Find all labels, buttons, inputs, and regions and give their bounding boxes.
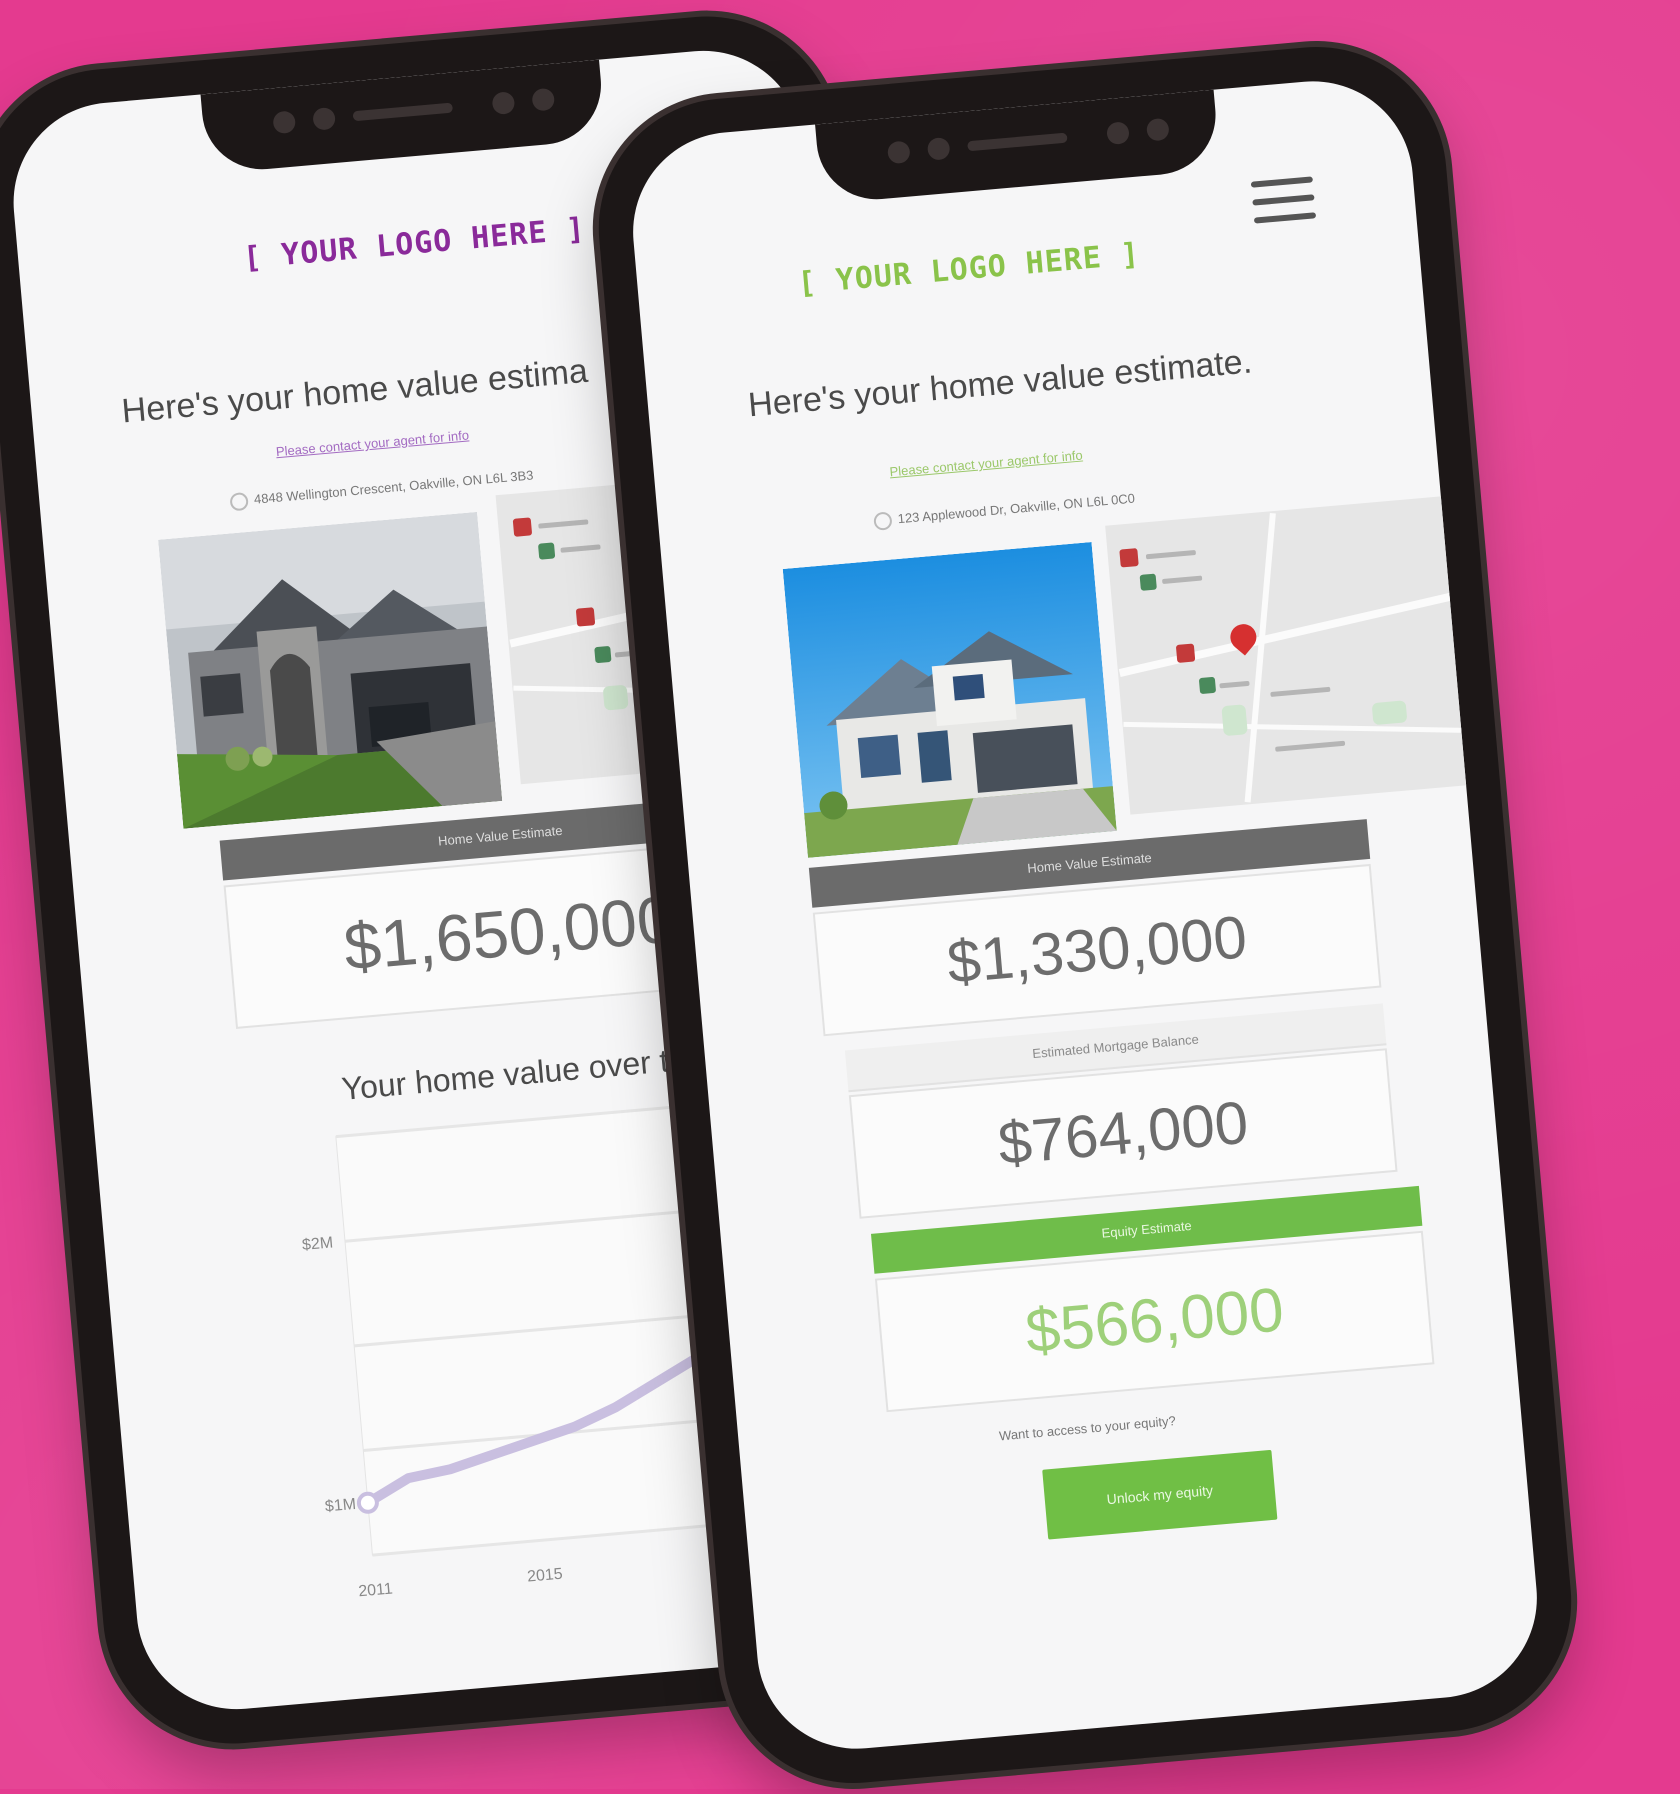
house-photo [782,542,1117,858]
map-marker-icon[interactable] [1198,676,1217,695]
house-photo-image [782,542,1117,858]
equity-question: Want to access to your equity? [998,1413,1177,1444]
map-marker-icon[interactable] [575,607,596,627]
page-title: Here's your home value estima [120,351,590,431]
property-address: 4848 Wellington Crescent, Oakville, ON L… [229,467,534,512]
map-marker-icon[interactable] [537,542,556,560]
chart-y-tick-label: $2M [301,1234,333,1254]
location-pin-icon [229,491,249,512]
map-marker-icon[interactable] [1139,573,1157,591]
contact-link[interactable]: Please contact your agent for info [889,447,1083,479]
right-phone-screen: [ YOUR LOGO HERE ] Here's your home valu… [624,73,1546,1757]
map-marker-icon[interactable] [1175,643,1196,663]
chart-x-tick-label: 2011 [358,1580,394,1600]
address-text: 4848 Wellington Crescent, Oakville, ON L… [253,467,534,507]
phone-notch [815,89,1221,205]
hamburger-menu-icon[interactable] [1250,176,1317,235]
house-photo [158,511,503,829]
chart-point [356,1491,379,1514]
chart-x-tick-label: 2015 [526,1566,563,1586]
location-pin-icon [873,511,893,531]
house-photo-image [158,511,503,829]
property-address: 123 Applewood Dr, Oakville, ON L6L 0C0 [873,490,1136,531]
map-marker-icon[interactable] [594,645,612,664]
logo[interactable]: [ YOUR LOGO HERE ] [796,237,1141,302]
phone-notch [200,59,606,175]
map-marker-icon[interactable] [512,517,533,537]
property-map[interactable] [1105,495,1475,815]
map-marker-icon[interactable] [1119,548,1139,568]
contact-link[interactable]: Please contact your agent for info [275,427,469,459]
address-text: 123 Applewood Dr, Oakville, ON L6L 0C0 [897,490,1136,527]
unlock-equity-button[interactable]: Unlock my equity [1042,1449,1278,1540]
page-title: Here's your home value estimate. [746,342,1254,425]
right-phone: [ YOUR LOGO HERE ] Here's your home valu… [587,36,1583,1794]
chart-y-tick-label: $1M [324,1496,356,1516]
